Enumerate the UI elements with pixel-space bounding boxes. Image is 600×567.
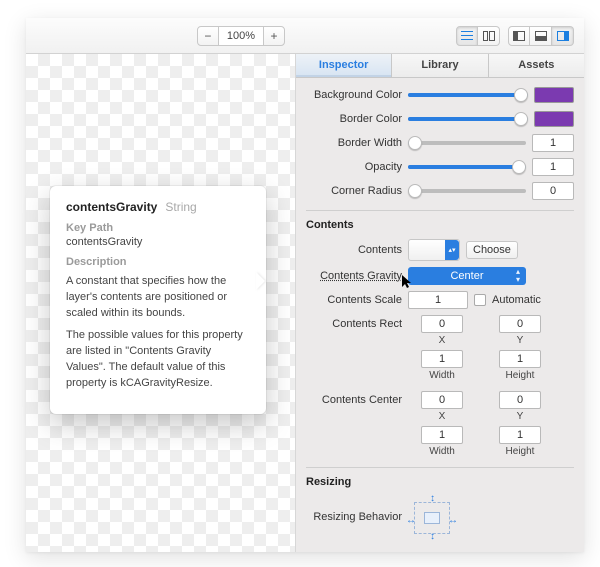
tab-inspector[interactable]: Inspector xyxy=(296,54,392,77)
arrow-right-icon: ↔ xyxy=(448,516,458,526)
height-sublabel: Height xyxy=(506,370,535,381)
contents-center-label: Contents Center xyxy=(306,394,402,406)
corner-radius-label: Corner Radius xyxy=(306,185,402,197)
y-sublabel: Y xyxy=(517,335,524,346)
contents-gravity-value: Center xyxy=(450,270,483,282)
inspector-tabs: Inspector Library Assets xyxy=(296,54,584,78)
zoom-value: 100% xyxy=(219,26,263,46)
border-color-swatch[interactable] xyxy=(534,111,574,127)
width-sublabel: Width xyxy=(429,446,455,457)
arrow-down-icon: ↕ xyxy=(430,532,435,542)
toggle-left-panel-button[interactable] xyxy=(508,26,530,46)
toggle-right-panel-button[interactable] xyxy=(552,26,574,46)
popover-keypath-value: contentsGravity xyxy=(66,236,250,248)
border-width-slider[interactable] xyxy=(408,141,526,145)
contents-center-h-field[interactable]: 1 xyxy=(499,426,541,444)
width-sublabel: Width xyxy=(429,370,455,381)
height-sublabel: Height xyxy=(506,446,535,457)
chevron-updown-icon: ▴▾ xyxy=(445,240,459,260)
view-mode-list-button[interactable] xyxy=(456,26,478,46)
resizing-behavior-label: Resizing Behavior xyxy=(306,511,402,524)
popover-description-1: A constant that specifies how the layer'… xyxy=(66,274,250,322)
contents-scale-field[interactable]: 1 xyxy=(408,291,468,309)
inspector-panel: Inspector Library Assets Background Colo… xyxy=(296,54,584,552)
contents-gravity-popup[interactable]: Center ▴▾ xyxy=(408,267,526,285)
popover-description-label: Description xyxy=(66,256,250,268)
tab-library[interactable]: Library xyxy=(392,54,488,77)
contents-center-y-field[interactable]: 0 xyxy=(499,391,541,409)
background-color-swatch[interactable] xyxy=(534,87,574,103)
contents-image-well[interactable]: ▴▾ xyxy=(408,239,460,261)
contents-label: Contents xyxy=(306,244,402,256)
toolbar-right xyxy=(456,26,574,46)
bottom-panel-icon xyxy=(535,31,547,41)
border-width-field[interactable]: 1 xyxy=(532,134,574,152)
automatic-checkbox[interactable] xyxy=(474,294,486,306)
list-icon xyxy=(461,31,473,41)
chevron-updown-icon: ▴▾ xyxy=(516,268,520,284)
resizing-behavior-control[interactable]: ↕ ↕ ↔ ↔ xyxy=(408,496,456,540)
left-panel-icon xyxy=(513,31,525,41)
background-color-label: Background Color xyxy=(306,89,402,101)
toolbar: − 100% + xyxy=(26,18,584,54)
inspector-tab-body: Background Color Border Color Border Wid… xyxy=(296,78,584,552)
zoom-out-button[interactable]: − xyxy=(197,26,219,46)
contents-rect-x-field[interactable]: 0 xyxy=(421,315,463,333)
contents-scale-label: Contents Scale xyxy=(306,294,402,306)
cursor-icon xyxy=(402,275,414,289)
view-mode-segment xyxy=(456,26,500,46)
contents-gravity-label[interactable]: Contents Gravity xyxy=(306,270,402,282)
view-mode-columns-button[interactable] xyxy=(478,26,500,46)
arrow-up-icon: ↕ xyxy=(430,494,435,504)
columns-icon xyxy=(483,31,495,41)
zoom-control: − 100% + xyxy=(166,26,316,46)
tab-assets[interactable]: Assets xyxy=(489,54,584,77)
border-color-label: Border Color xyxy=(306,113,402,125)
x-sublabel: X xyxy=(439,411,446,422)
background-color-slider[interactable] xyxy=(408,93,528,97)
help-popover: contentsGravity String Key Path contents… xyxy=(50,186,266,414)
popover-description-2: The possible values for this property ar… xyxy=(66,328,250,392)
border-color-slider[interactable] xyxy=(408,117,528,121)
contents-rect-label: Contents Rect xyxy=(306,318,402,330)
contents-rect-w-field[interactable]: 1 xyxy=(421,350,463,368)
resizing-section-header: Resizing xyxy=(306,467,574,488)
x-sublabel: X xyxy=(439,335,446,346)
border-width-label: Border Width xyxy=(306,137,402,149)
popover-type: String xyxy=(165,200,196,214)
contents-center-w-field[interactable]: 1 xyxy=(421,426,463,444)
y-sublabel: Y xyxy=(517,411,524,422)
contents-section-header: Contents xyxy=(306,210,574,231)
contents-rect-y-field[interactable]: 0 xyxy=(499,315,541,333)
right-panel-icon xyxy=(557,31,569,41)
popover-keypath-label: Key Path xyxy=(66,222,250,234)
corner-radius-field[interactable]: 0 xyxy=(532,182,574,200)
opacity-field[interactable]: 1 xyxy=(532,158,574,176)
opacity-label: Opacity xyxy=(306,161,402,173)
zoom-in-button[interactable]: + xyxy=(263,26,285,46)
panel-toggle-segment xyxy=(508,26,574,46)
contents-center-x-field[interactable]: 0 xyxy=(421,391,463,409)
automatic-label: Automatic xyxy=(492,294,541,306)
toggle-bottom-panel-button[interactable] xyxy=(530,26,552,46)
opacity-slider[interactable] xyxy=(408,165,526,169)
popover-name: contentsGravity xyxy=(66,200,157,214)
arrow-left-icon: ↔ xyxy=(406,516,416,526)
corner-radius-slider[interactable] xyxy=(408,189,526,193)
choose-button[interactable]: Choose xyxy=(466,241,518,259)
contents-rect-h-field[interactable]: 1 xyxy=(499,350,541,368)
